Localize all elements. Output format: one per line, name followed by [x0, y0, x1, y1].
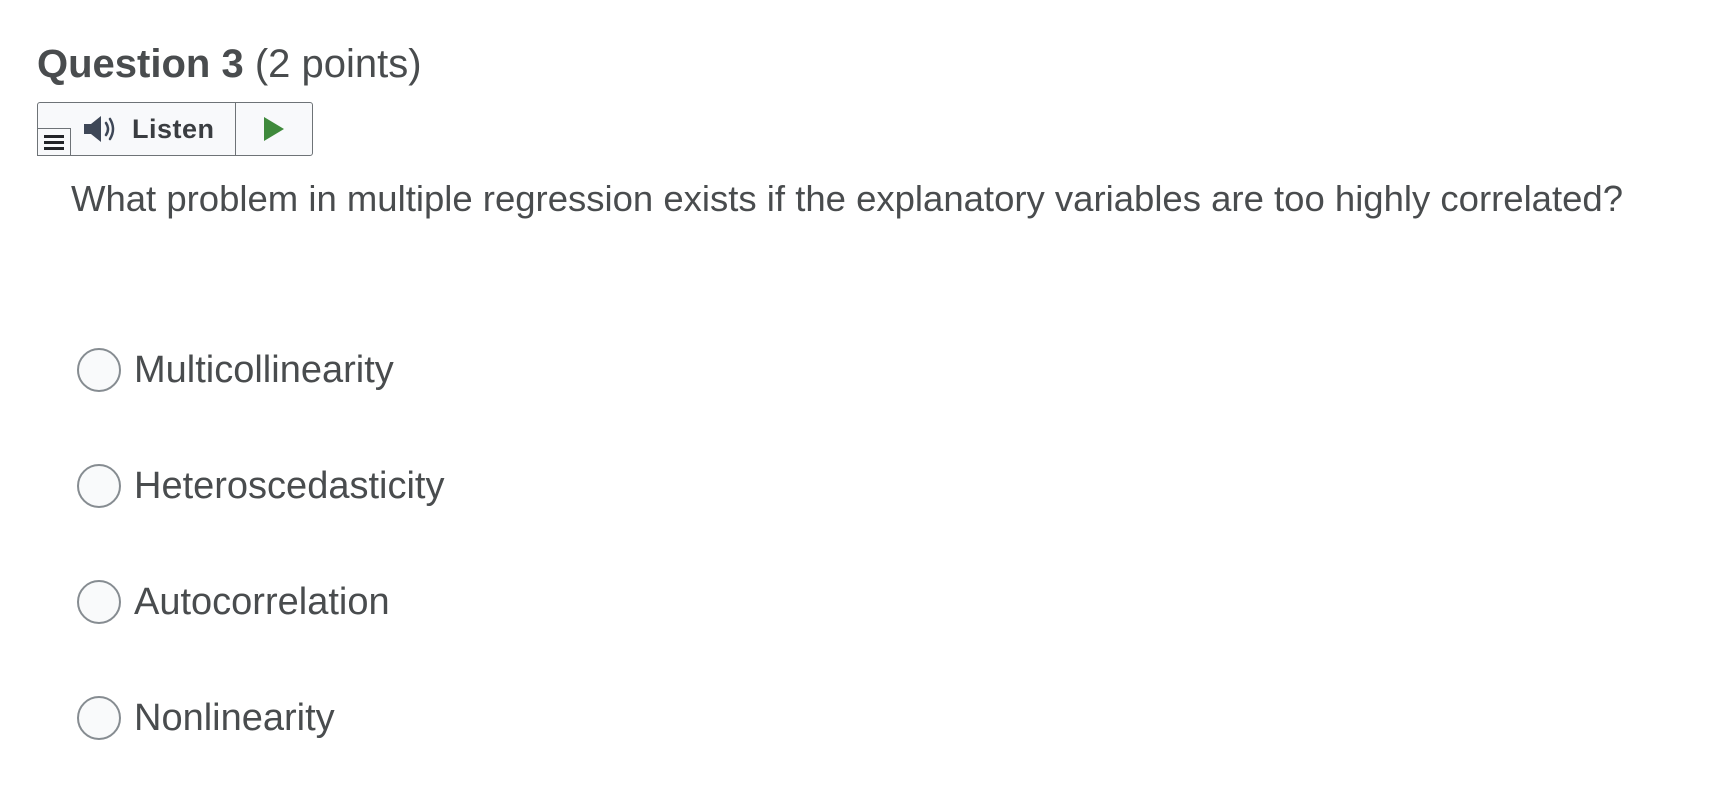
- option-label: Nonlinearity: [134, 697, 335, 739]
- option-nonlinearity[interactable]: Nonlinearity: [77, 694, 444, 742]
- radio-button[interactable]: [77, 580, 121, 624]
- question-text: What problem in multiple regression exis…: [71, 178, 1624, 219]
- radio-button[interactable]: [77, 464, 121, 508]
- listen-label: Listen: [132, 113, 215, 144]
- question-header: Question 3 (2 points): [37, 38, 422, 90]
- option-heteroscedasticity[interactable]: Heteroscedasticity: [77, 462, 444, 510]
- option-multicollinearity[interactable]: Multicollinearity: [77, 346, 444, 394]
- radio-button[interactable]: [77, 696, 121, 740]
- option-label: Autocorrelation: [134, 581, 390, 623]
- option-autocorrelation[interactable]: Autocorrelation: [77, 578, 444, 626]
- menu-icon[interactable]: [37, 128, 71, 156]
- question-title: Question 3: [37, 42, 244, 86]
- play-button[interactable]: [236, 103, 312, 155]
- option-label: Multicollinearity: [134, 349, 394, 391]
- radio-button[interactable]: [77, 348, 121, 392]
- answer-options: Multicollinearity Heteroscedasticity Aut…: [77, 346, 444, 810]
- speaker-icon: [84, 116, 115, 142]
- option-label: Heteroscedasticity: [134, 465, 445, 507]
- play-icon: [264, 117, 284, 141]
- listen-widget: Listen: [37, 102, 313, 156]
- question-points: (2 points): [254, 42, 422, 86]
